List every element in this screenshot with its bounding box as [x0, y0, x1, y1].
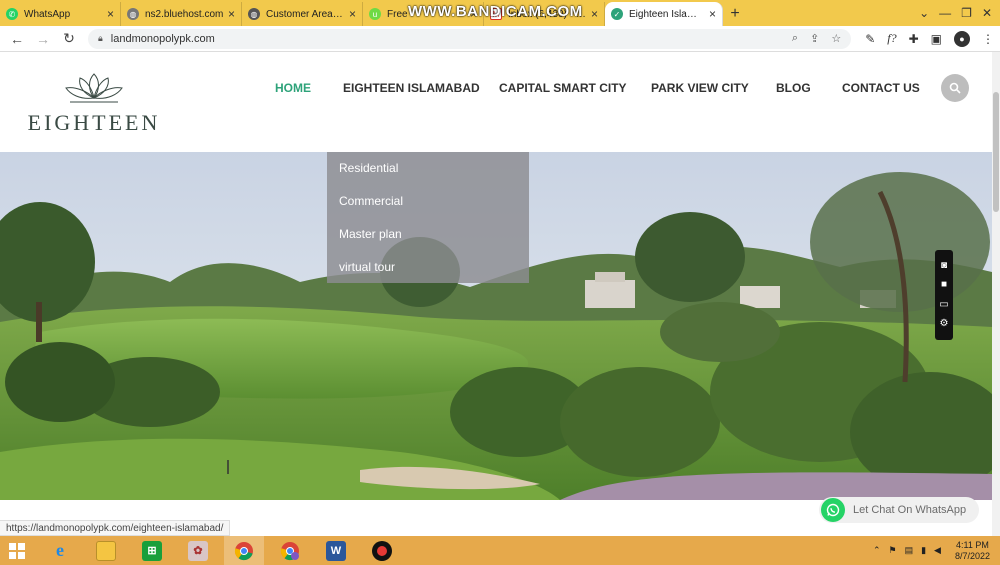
page-scrollbar[interactable]	[992, 52, 1000, 536]
video-icon[interactable]: ■	[941, 280, 947, 290]
tab-title: Eighteen Islamaba	[629, 8, 705, 20]
site-header: EIGHTEEN HOME EIGHTEEN ISLAMABAD CAPITAL…	[0, 52, 992, 152]
lotus-logo-icon	[65, 73, 123, 103]
system-tray: ⌃ ⚑ ▤ ▮ ◀ 4:11 PM 8/7/2022	[873, 540, 1000, 562]
folder-icon	[96, 540, 116, 561]
tab-eighteen[interactable]: ✓ Eighteen Islamaba ×	[605, 2, 723, 26]
gear-icon[interactable]: ⚙	[940, 319, 949, 329]
clock[interactable]: 4:11 PM 8/7/2022	[955, 540, 990, 562]
dropdown-item-virtual-tour[interactable]: virtual tour	[339, 260, 395, 274]
whatsapp-icon	[821, 498, 845, 522]
taskbar-word[interactable]: W	[316, 536, 356, 565]
internet-explorer-icon: e	[56, 540, 64, 560]
url-text: landmonopolypk.com	[110, 32, 215, 45]
nav-park-view-city[interactable]: PARK VIEW CITY	[651, 81, 749, 95]
start-button[interactable]	[0, 536, 34, 565]
extensions-puzzle-icon[interactable]: ✚	[909, 32, 919, 46]
close-icon[interactable]: ×	[591, 7, 598, 21]
tab-whatsapp[interactable]: ✆ WhatsApp ×	[0, 2, 121, 26]
chevron-up-icon[interactable]: ⌃	[873, 545, 881, 556]
share-icon[interactable]: ⇪	[810, 32, 819, 45]
taskbar-paint[interactable]: ✿	[178, 536, 218, 565]
close-icon[interactable]: ×	[107, 7, 114, 21]
forward-icon[interactable]: →	[32, 28, 54, 50]
reload-icon[interactable]: ↻	[58, 28, 80, 50]
recorder-panel: ◙ ■ ▭ ⚙	[935, 250, 953, 340]
browser-toolbar: ← → ↻ 🔒︎ landmonopolypk.com ⌕ ⇪ ☆ ✎ f? ✚…	[0, 26, 1000, 52]
whatsapp-chat-button[interactable]: Let Chat On WhatsApp	[819, 497, 979, 523]
taskbar-chrome[interactable]	[224, 536, 264, 565]
status-url: https://landmonopolypk.com/eighteen-isla…	[0, 520, 231, 536]
globe-icon: ◍	[248, 8, 260, 20]
paint-icon: ✿	[188, 540, 208, 561]
back-icon[interactable]: ←	[6, 28, 28, 50]
address-bar[interactable]: 🔒︎ landmonopolypk.com ⌕ ⇪ ☆	[88, 28, 852, 49]
minimize-icon[interactable]: —	[939, 6, 951, 20]
logo-text: EIGHTEEN	[27, 110, 161, 135]
close-window-icon[interactable]: ✕	[982, 6, 992, 20]
zoom-icon[interactable]: ⌕	[792, 32, 798, 45]
recorder-watermark: WWW.BANDICAM.COM	[408, 3, 583, 20]
close-icon[interactable]: ×	[709, 7, 716, 21]
eyedropper-icon[interactable]: ✎	[865, 32, 875, 46]
close-icon[interactable]: ×	[349, 7, 356, 21]
nav-capital-smart-city[interactable]: CAPITAL SMART CITY	[499, 81, 627, 95]
lock-icon: 🔒︎	[98, 33, 103, 43]
taskbar: e ⊞ ✿ W ⌃ ⚑ ▤ ▮ ◀ 4:11 PM 8/7/2022	[0, 536, 1000, 565]
nav-blog[interactable]: BLOG	[776, 81, 811, 95]
taskbar-bandicam[interactable]	[362, 536, 402, 565]
flag-icon[interactable]: ⚑	[888, 545, 896, 556]
globe-icon: ◍	[127, 8, 139, 20]
menu-kebab-icon[interactable]: ⋮	[982, 32, 994, 46]
site-favicon-icon: ✓	[611, 8, 623, 20]
scrollbar-thumb[interactable]	[993, 92, 999, 212]
close-icon[interactable]: ×	[228, 7, 235, 21]
taskbar-chrome-profile[interactable]	[270, 536, 310, 565]
clock-time: 4:11 PM	[956, 539, 989, 550]
taskbar-store[interactable]: ⊞	[132, 536, 172, 565]
restore-icon[interactable]: ❐	[961, 6, 972, 20]
nav-home[interactable]: HOME	[275, 81, 311, 95]
upwork-icon: u	[369, 8, 381, 20]
profile-avatar[interactable]: ●	[954, 30, 970, 47]
tab-title: WhatsApp	[24, 8, 71, 20]
font-extension-icon[interactable]: f?	[887, 31, 896, 46]
word-icon: W	[326, 540, 346, 561]
nav-dropdown: Residential Commercial Master plan virtu…	[327, 152, 529, 283]
site-logo[interactable]: EIGHTEEN	[26, 70, 162, 136]
taskbar-ie[interactable]: e	[40, 536, 80, 565]
dropdown-item-commercial[interactable]: Commercial	[339, 194, 403, 208]
clock-date: 8/7/2022	[954, 550, 990, 561]
sidepanel-icon[interactable]: ▣	[931, 32, 942, 46]
dropdown-item-master-plan[interactable]: Master plan	[339, 227, 402, 241]
search-button[interactable]	[941, 74, 969, 102]
search-icon	[949, 82, 961, 94]
volume-icon[interactable]: ◀	[934, 545, 941, 556]
wifi-signal-icon[interactable]: ▮	[921, 545, 926, 556]
chrome-profile-icon	[280, 541, 299, 560]
dropdown-item-residential[interactable]: Residential	[339, 161, 398, 175]
windows-logo-icon	[9, 542, 25, 559]
chrome-icon	[234, 541, 253, 560]
tab-title: Customer Area - N	[266, 8, 345, 20]
bookmark-star-icon[interactable]: ☆	[831, 32, 841, 45]
tab-customer-area[interactable]: ◍ Customer Area - N ×	[242, 2, 363, 26]
whatsapp-chat-label: Let Chat On WhatsApp	[853, 504, 967, 516]
network-icon[interactable]: ▤	[905, 545, 914, 556]
whatsapp-icon: ✆	[6, 8, 18, 20]
window-controls: ⌄ — ❐ ✕	[919, 0, 1000, 26]
tab-bluehost[interactable]: ◍ ns2.bluehost.com ×	[121, 2, 242, 26]
new-tab-button[interactable]: +	[723, 2, 747, 26]
chevron-down-icon[interactable]: ⌄	[919, 6, 929, 20]
screenshot-icon[interactable]: ▭	[939, 299, 948, 310]
nav-contact-us[interactable]: CONTACT US	[842, 81, 920, 95]
taskbar-explorer[interactable]	[86, 536, 126, 565]
camera-icon[interactable]: ◙	[941, 260, 947, 271]
nav-eighteen-islamabad[interactable]: EIGHTEEN ISLAMABAD	[343, 81, 480, 95]
record-icon	[372, 540, 392, 561]
tab-title: ns2.bluehost.com	[145, 8, 224, 20]
store-icon: ⊞	[142, 540, 162, 561]
tab-strip: ✆ WhatsApp × ◍ ns2.bluehost.com × ◍ Cust…	[0, 0, 1000, 26]
